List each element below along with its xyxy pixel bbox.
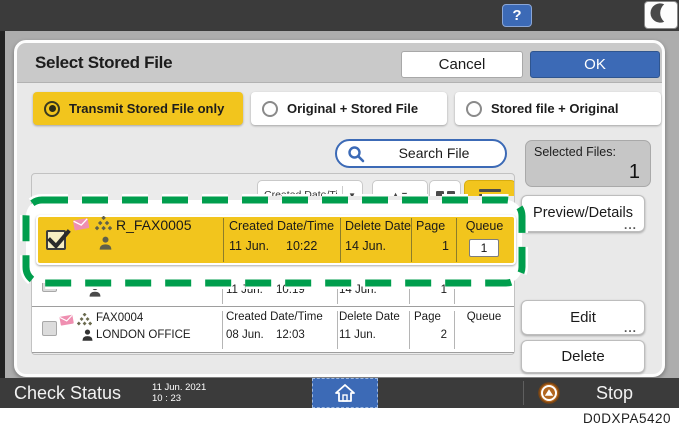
file-row[interactable]: FAX0004 LONDON OFFICE Created Date/Time … <box>32 307 514 353</box>
file-owner: LONDON OFFICE <box>96 329 191 341</box>
column-divider <box>411 218 412 262</box>
group-destination-icon <box>77 313 92 326</box>
column-header-delete: Delete Date <box>345 219 411 233</box>
radio-icon <box>262 101 278 117</box>
edit-button[interactable]: Edit ... <box>521 300 645 335</box>
radio-icon <box>466 101 482 117</box>
option-transmit-stored-only[interactable]: Transmit Stored File only <box>33 92 243 125</box>
more-indicator: ... <box>624 323 637 333</box>
date-time-display: 11 Jun. 2021 10 : 23 <box>152 382 206 404</box>
selected-files-box: Selected Files: 1 <box>525 140 651 187</box>
search-file-button[interactable]: Search File <box>335 139 507 168</box>
crescent-moon-icon <box>650 2 672 29</box>
annotation-callout: R_FAX0005 Created Date/Time Delete Date … <box>19 193 529 290</box>
home-button[interactable] <box>312 378 378 408</box>
top-status-bar: ? <box>0 0 679 31</box>
column-header-queue: Queue <box>454 311 514 323</box>
preview-details-button[interactable]: Preview/Details ... <box>521 195 645 232</box>
column-divider <box>337 311 338 349</box>
option-original-plus-stored[interactable]: Original + Stored File <box>251 92 447 125</box>
file-name: FAX0004 <box>96 312 143 324</box>
user-icon <box>81 328 94 342</box>
column-divider <box>454 311 455 349</box>
delete-label: Delete <box>561 348 604 365</box>
search-label: Search File <box>337 141 505 166</box>
created-time: 10:22 <box>286 239 317 253</box>
home-icon <box>334 383 356 403</box>
divider <box>523 381 524 405</box>
radio-selected-icon <box>44 101 60 117</box>
check-status-button[interactable]: Check Status <box>14 378 121 408</box>
page-title: Select Stored File <box>35 43 172 83</box>
help-button[interactable]: ? <box>502 4 532 27</box>
row-checkbox-checked[interactable] <box>46 230 66 250</box>
selected-files-count: 1 <box>629 161 640 184</box>
list-view-icon <box>479 189 501 192</box>
current-date: 11 Jun. 2021 <box>152 382 206 393</box>
created-time: 12:03 <box>276 329 305 341</box>
select-stored-file-dialog: Select Stored File Cancel OK Transmit St… <box>14 40 665 377</box>
column-header-delete: Delete Date <box>339 311 400 323</box>
column-header-page: Page <box>414 311 441 323</box>
cancel-button[interactable]: Cancel <box>401 51 523 78</box>
column-divider <box>223 218 224 262</box>
file-name: R_FAX0005 <box>116 217 192 233</box>
page-count: 2 <box>409 329 447 341</box>
column-header-created: Created Date/Time <box>229 219 334 233</box>
delete-date: 14 Jun. <box>345 239 386 253</box>
user-icon <box>98 235 113 251</box>
created-date: 11 Jun. <box>229 239 269 253</box>
dialog-header: Select Stored File Cancel OK <box>17 43 662 83</box>
more-indicator: ... <box>624 220 637 230</box>
column-divider <box>409 311 410 349</box>
column-divider <box>222 311 223 349</box>
figure-caption: D0DXPA5420 <box>583 411 671 426</box>
ok-button[interactable]: OK <box>530 51 660 78</box>
delete-date: 11 Jun. <box>339 329 376 341</box>
bottom-status-bar: Check Status 11 Jun. 2021 10 : 23 Stop <box>0 378 679 408</box>
option-label: Transmit Stored File only <box>69 101 224 116</box>
option-label: Original + Stored File <box>287 101 418 116</box>
column-header-queue: Queue <box>456 219 513 233</box>
column-divider <box>340 218 341 262</box>
queue-input[interactable] <box>469 239 499 257</box>
group-destination-icon <box>95 216 112 231</box>
page-count: 1 <box>416 239 449 253</box>
stop-button[interactable]: Stop <box>596 378 633 408</box>
stop-icon[interactable] <box>538 382 560 404</box>
preview-details-label: Preview/Details <box>533 205 633 221</box>
row-checkbox[interactable] <box>42 321 57 336</box>
column-header-page: Page <box>416 219 445 233</box>
current-time: 10 : 23 <box>152 393 206 404</box>
delete-button[interactable]: Delete <box>521 340 645 373</box>
memory-transmission-icon <box>58 312 75 327</box>
option-label: Stored file + Original <box>491 101 619 116</box>
created-date: 08 Jun. <box>226 329 264 341</box>
energy-saver-button[interactable] <box>644 1 678 29</box>
checkmark-icon <box>46 227 72 251</box>
device-screen: ? Select Stored File Cancel OK Transmit … <box>0 0 679 431</box>
edit-label: Edit <box>570 309 596 326</box>
selected-files-label: Selected Files: <box>534 145 616 159</box>
option-stored-plus-original[interactable]: Stored file + Original <box>455 92 661 125</box>
memory-transmission-icon <box>71 215 91 232</box>
column-header-created: Created Date/Time <box>226 311 323 323</box>
